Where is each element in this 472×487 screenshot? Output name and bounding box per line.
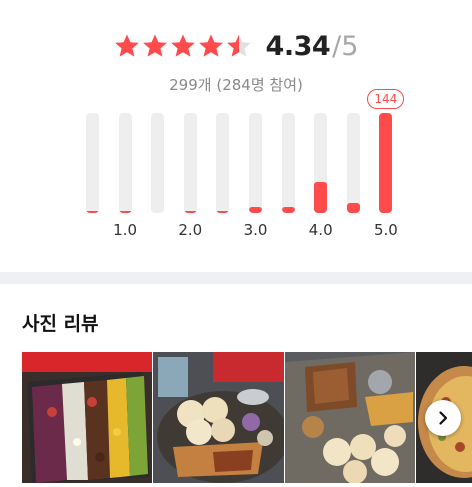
axis-tick-label: 2.0	[178, 221, 203, 239]
chevron-right-icon	[439, 411, 448, 425]
star-half-icon	[226, 33, 252, 59]
rating-bar-fill	[216, 211, 230, 213]
rating-bar-fill	[86, 211, 99, 213]
photo-review-item-grill-platter[interactable]	[153, 352, 284, 483]
average-score: 4.34	[265, 30, 331, 62]
rating-distribution-chart: 144	[86, 89, 406, 213]
axis-tick-label: 5.0	[373, 221, 398, 239]
star-full-icon	[142, 33, 168, 59]
peak-count-label: 144	[367, 89, 405, 109]
photo-review-item-ribs-platter[interactable]	[285, 352, 415, 483]
rating-bar-4.0	[314, 113, 328, 213]
rating-bar-fill	[314, 182, 328, 213]
rating-bar-4.5	[346, 113, 360, 213]
rating-bar-fill	[346, 202, 360, 213]
rating-bar-fill	[249, 207, 262, 213]
section-divider	[0, 272, 472, 284]
rating-bar-fill	[183, 211, 197, 213]
star-full-icon	[114, 33, 140, 59]
rating-bar-2.0	[183, 113, 197, 213]
rating-bar-3.5	[281, 113, 295, 213]
star-full-icon	[170, 33, 196, 59]
photo-review-item-cobb-salad[interactable]	[22, 352, 152, 483]
photo-review-title: 사진 리뷰	[22, 313, 99, 335]
rating-bar-fill	[118, 211, 132, 213]
rating-bar-0.5	[86, 113, 99, 213]
photo-review-carousel[interactable]	[22, 352, 472, 483]
axis-tick-label: 1.0	[113, 221, 138, 239]
rating-bar-5.0	[379, 113, 393, 213]
axis-tick-label: 3.0	[243, 221, 268, 239]
rating-bar-fill	[281, 207, 295, 213]
rating-bar-3.0	[249, 113, 262, 213]
score-total: /5	[332, 30, 359, 62]
carousel-next-button[interactable]	[425, 400, 461, 436]
rating-bar-2.5	[216, 113, 230, 213]
rating-summary: 4.34 /5	[0, 26, 472, 66]
star-rating	[114, 33, 252, 59]
score-block: 4.34 /5	[266, 31, 359, 62]
axis-tick-label: 4.0	[308, 221, 333, 239]
rating-bar-1.5	[151, 113, 165, 213]
rating-axis: 1.0 2.0 3.0 4.0 5.0	[86, 221, 406, 239]
rating-bar-1.0	[118, 113, 132, 213]
rating-bar-fill	[379, 113, 393, 213]
star-full-icon	[198, 33, 224, 59]
